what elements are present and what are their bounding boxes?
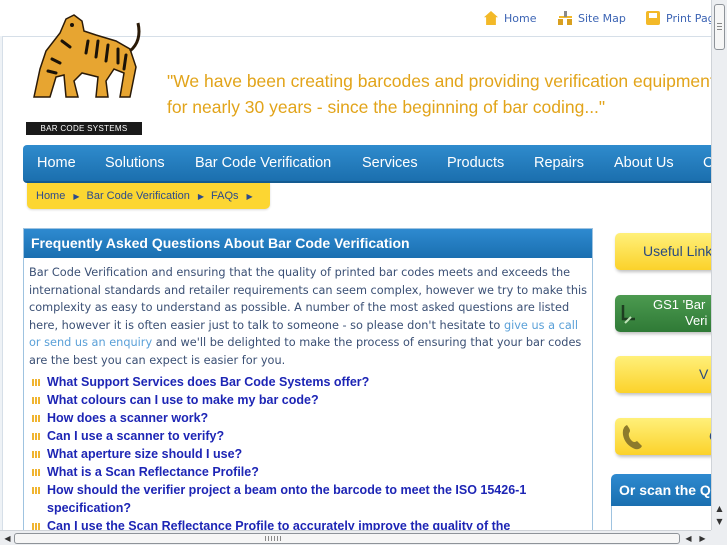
bullet-icon	[32, 451, 41, 458]
print-icon	[646, 11, 660, 25]
tagline-line-1: "We have been creating barcodes and prov…	[167, 71, 711, 91]
faq-question-text: What Support Services does Bar Code Syst…	[47, 375, 370, 389]
scrollbar-corner	[711, 530, 727, 545]
qr-scan-body	[611, 506, 711, 530]
chevron-right-icon: ▶	[246, 191, 253, 201]
faq-question[interactable]: What is a Scan Reflectance Profile?	[29, 463, 589, 481]
faq-question-text: Can I use a scanner to verify?	[47, 429, 225, 443]
breadcrumb-verification[interactable]: Bar Code Verification	[87, 190, 190, 202]
breadcrumb: Home ▶ Bar Code Verification ▶ FAQs ▶	[27, 183, 270, 209]
useful-links-box[interactable]: Useful Links	[615, 233, 711, 270]
scroll-down-arrow-icon[interactable]: ▼	[712, 516, 727, 528]
home-icon	[484, 11, 498, 25]
home-link-label: Home	[504, 11, 537, 25]
scroll-left-arrow-icon[interactable]: ◀	[682, 532, 695, 545]
nav-about-us[interactable]: About Us	[614, 145, 674, 181]
contact-phone-box[interactable]: C	[615, 418, 711, 455]
faq-panel: Frequently Asked Questions About Bar Cod…	[23, 228, 593, 530]
sidebar-promo-label: V	[699, 366, 709, 382]
print-link[interactable]: Print Page	[646, 10, 711, 26]
print-link-label: Print Page	[666, 11, 711, 25]
faq-question[interactable]: How should the verifier project a beam o…	[29, 481, 589, 517]
gs1-verification-box[interactable]: GS1 'Bar Veri	[615, 295, 711, 332]
nav-home[interactable]: Home	[37, 145, 76, 181]
faq-question[interactable]: How does a scanner work?	[29, 409, 589, 427]
phone-icon	[622, 425, 642, 450]
useful-links-label: Useful Links	[643, 243, 711, 259]
bullet-icon	[32, 397, 41, 404]
faq-question-text: How should the verifier project a beam o…	[47, 483, 527, 515]
faq-question-list: What Support Services does Bar Code Syst…	[29, 373, 589, 530]
breadcrumb-faqs[interactable]: FAQs	[211, 190, 239, 202]
scroll-left-arrow-icon[interactable]: ◀	[1, 532, 14, 545]
chevron-right-icon: ▶	[73, 191, 80, 201]
bullet-icon	[32, 523, 41, 530]
gs1-line-1: GS1 'Bar	[653, 297, 706, 312]
qr-scan-header: Or scan the QR	[611, 474, 711, 506]
faq-question[interactable]: Can I use a scanner to verify?	[29, 427, 589, 445]
scroll-up-arrow-icon[interactable]: ▲	[712, 503, 727, 515]
horizontal-scroll-thumb[interactable]	[14, 533, 680, 544]
checkmark-icon	[621, 305, 635, 324]
gs1-line-2: Veri	[685, 313, 708, 328]
sidebar-promo-box[interactable]: V	[615, 356, 711, 393]
nav-contact[interactable]: Contact	[703, 145, 711, 181]
vertical-scroll-thumb[interactable]	[714, 4, 725, 50]
horizontal-scrollbar[interactable]: ◀ ◀ ▶	[0, 530, 711, 545]
faq-panel-title: Frequently Asked Questions About Bar Cod…	[24, 229, 592, 258]
faq-question-text: Can I use the Scan Reflectance Profile t…	[47, 519, 511, 530]
sitemap-link-label: Site Map	[578, 11, 626, 25]
faq-question[interactable]: What aperture size should I use?	[29, 445, 589, 463]
faq-intro: Bar Code Verification and ensuring that …	[29, 264, 589, 369]
scroll-right-arrow-icon[interactable]: ▶	[696, 532, 709, 545]
faq-question-text: What is a Scan Reflectance Profile?	[47, 465, 259, 479]
home-link[interactable]: Home	[484, 10, 536, 26]
sitemap-link[interactable]: Site Map	[558, 10, 626, 26]
faq-question-text: How does a scanner work?	[47, 411, 209, 425]
main-nav: Home Solutions Bar Code Verification Ser…	[23, 145, 711, 183]
faq-question-text: What colours can I use to make my bar co…	[47, 393, 319, 407]
nav-services[interactable]: Services	[362, 145, 418, 181]
faq-question-text: What aperture size should I use?	[47, 447, 243, 461]
nav-verification[interactable]: Bar Code Verification	[195, 145, 331, 181]
browser-viewport: Home Site Map Print Page BAR CODE SYSTEM…	[0, 0, 711, 530]
bullet-icon	[32, 433, 41, 440]
vertical-scrollbar[interactable]: ▲ ▼	[711, 0, 727, 530]
logo-caption: BAR CODE SYSTEMS	[26, 122, 142, 135]
nav-repairs[interactable]: Repairs	[534, 145, 584, 181]
nav-solutions[interactable]: Solutions	[105, 145, 165, 181]
tiger-logo[interactable]	[26, 11, 144, 101]
tagline: "We have been creating barcodes and prov…	[167, 68, 711, 120]
bullet-icon	[32, 379, 41, 386]
faq-question[interactable]: What colours can I use to make my bar co…	[29, 391, 589, 409]
chevron-right-icon: ▶	[197, 191, 204, 201]
breadcrumb-home[interactable]: Home	[36, 190, 65, 202]
bullet-icon	[32, 469, 41, 476]
sitemap-icon	[558, 11, 572, 25]
tagline-line-2: for nearly 30 years - since the beginnin…	[167, 97, 606, 117]
bullet-icon	[32, 487, 41, 494]
faq-question[interactable]: What Support Services does Bar Code Syst…	[29, 373, 589, 391]
nav-products[interactable]: Products	[447, 145, 504, 181]
bullet-icon	[32, 415, 41, 422]
faq-question[interactable]: Can I use the Scan Reflectance Profile t…	[29, 517, 589, 530]
